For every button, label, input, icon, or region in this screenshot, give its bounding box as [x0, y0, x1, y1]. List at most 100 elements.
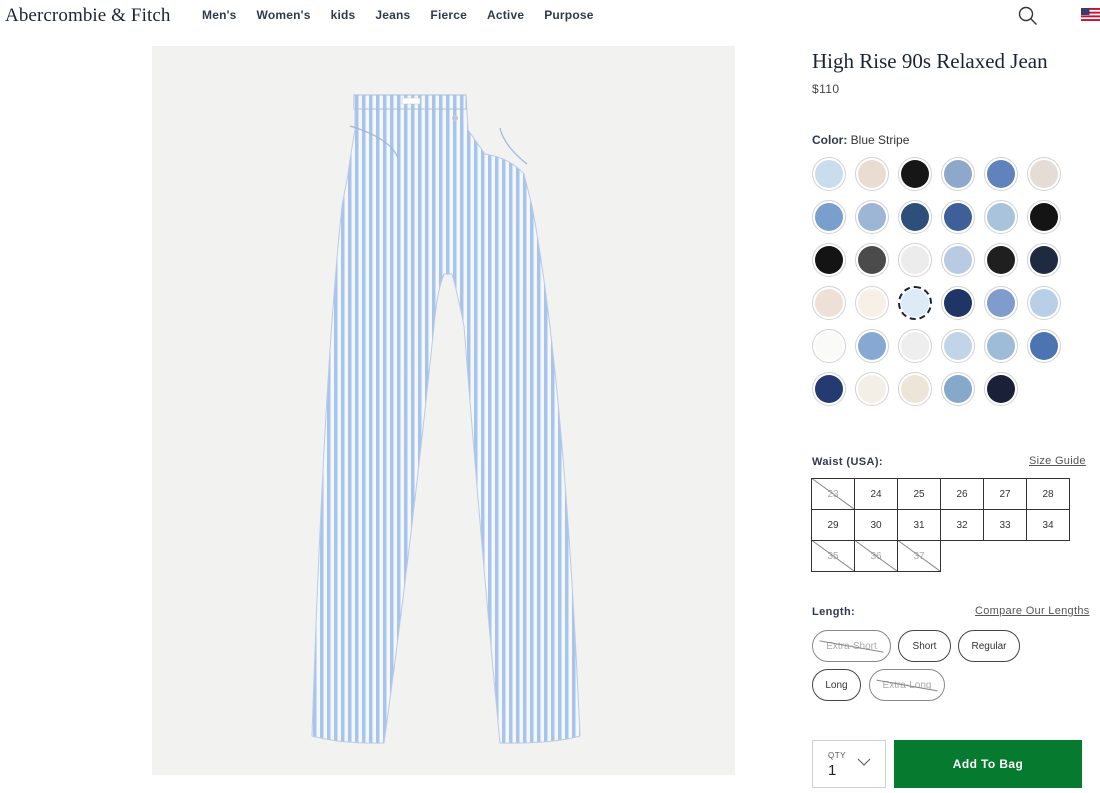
color-label: Color:: [812, 133, 848, 147]
color-swatch[interactable]: [898, 157, 932, 191]
color-swatch-fill: [987, 203, 1015, 231]
color-swatch[interactable]: [812, 329, 846, 363]
color-swatch[interactable]: [941, 372, 975, 406]
color-swatch-fill: [944, 160, 972, 188]
color-swatch[interactable]: [898, 200, 932, 234]
quantity-select[interactable]: QTY 1: [812, 740, 886, 788]
add-to-bag-button[interactable]: Add To Bag: [894, 740, 1082, 788]
color-swatch[interactable]: [984, 200, 1018, 234]
color-swatch[interactable]: [1027, 329, 1061, 363]
waist-size-option[interactable]: 31: [897, 509, 941, 541]
waist-size-option[interactable]: 23: [811, 478, 855, 510]
color-swatch[interactable]: [941, 243, 975, 277]
color-swatch-fill: [987, 375, 1015, 403]
waist-size-option[interactable]: 24: [854, 478, 898, 510]
waist-size-option[interactable]: 36: [854, 540, 898, 572]
color-swatch[interactable]: [812, 286, 846, 320]
color-swatch[interactable]: [984, 372, 1018, 406]
nav-item-mens[interactable]: Men's: [202, 8, 237, 22]
color-swatch[interactable]: [812, 157, 846, 191]
length-label: Length:: [812, 606, 856, 618]
color-swatch[interactable]: [984, 286, 1018, 320]
color-swatch-fill: [987, 246, 1015, 274]
product-image[interactable]: [152, 46, 735, 775]
waist-size-option[interactable]: 35: [811, 540, 855, 572]
length-option[interactable]: Long: [812, 669, 861, 701]
color-swatch[interactable]: [941, 200, 975, 234]
color-swatch[interactable]: [812, 243, 846, 277]
color-swatch[interactable]: [1027, 286, 1061, 320]
size-guide-link[interactable]: Size Guide: [1029, 455, 1086, 467]
color-swatch[interactable]: [855, 157, 889, 191]
waist-size-option[interactable]: 30: [854, 509, 898, 541]
color-swatch-fill: [815, 203, 843, 231]
color-swatch[interactable]: [855, 372, 889, 406]
color-swatch-fill: [944, 246, 972, 274]
color-swatch[interactable]: [898, 286, 932, 320]
color-swatch-fill: [858, 246, 886, 274]
waist-size-option[interactable]: 32: [940, 509, 984, 541]
color-swatch-fill: [944, 289, 972, 317]
length-option[interactable]: Short: [898, 630, 951, 662]
us-flag-icon[interactable]: [1081, 8, 1100, 21]
color-swatch[interactable]: [855, 200, 889, 234]
nav-item-kids[interactable]: kids: [331, 8, 356, 22]
color-swatch[interactable]: [812, 372, 846, 406]
color-swatch-fill: [987, 160, 1015, 188]
color-swatch-fill: [858, 332, 886, 360]
length-option[interactable]: Extra-Long: [869, 669, 945, 701]
color-swatch[interactable]: [855, 243, 889, 277]
color-swatch[interactable]: [941, 329, 975, 363]
waist-size-option[interactable]: 28: [1026, 478, 1070, 510]
color-swatch-fill: [901, 246, 929, 274]
color-swatch[interactable]: [1027, 200, 1061, 234]
color-swatch[interactable]: [855, 286, 889, 320]
color-swatch[interactable]: [898, 372, 932, 406]
compare-lengths-link[interactable]: Compare Our Lengths: [975, 605, 1090, 617]
nav-item-jeans[interactable]: Jeans: [375, 8, 410, 22]
color-swatch-fill: [815, 289, 843, 317]
chevron-down-icon: [857, 758, 871, 766]
color-swatch[interactable]: [1027, 243, 1061, 277]
color-swatch-fill: [987, 289, 1015, 317]
waist-size-option[interactable]: 37: [897, 540, 941, 572]
color-swatch-fill: [1030, 289, 1058, 317]
color-swatch-fill: [1030, 160, 1058, 188]
color-swatch[interactable]: [984, 329, 1018, 363]
color-swatch[interactable]: [812, 200, 846, 234]
brand-logo[interactable]: Abercrombie & Fitch: [5, 5, 170, 27]
color-swatch[interactable]: [1027, 157, 1061, 191]
product-price: $110: [812, 82, 840, 96]
color-swatch-fill: [858, 203, 886, 231]
color-swatch[interactable]: [941, 157, 975, 191]
nav-item-active[interactable]: Active: [487, 8, 524, 22]
qty-value: 1: [828, 762, 837, 779]
waist-size-option[interactable]: 25: [897, 478, 941, 510]
length-option[interactable]: Regular: [958, 630, 1020, 662]
color-swatch-fill: [901, 160, 929, 188]
nav-item-purpose[interactable]: Purpose: [544, 8, 593, 22]
waist-size-option[interactable]: 29: [811, 509, 855, 541]
search-icon[interactable]: [1018, 6, 1038, 26]
nav-item-womens[interactable]: Women's: [257, 8, 311, 22]
waist-size-option[interactable]: 27: [983, 478, 1027, 510]
color-swatch-fill: [858, 289, 886, 317]
color-swatch-fill: [858, 375, 886, 403]
color-swatch-fill: [815, 246, 843, 274]
color-swatch-fill: [815, 160, 843, 188]
waist-size-option[interactable]: 26: [940, 478, 984, 510]
color-swatch[interactable]: [855, 329, 889, 363]
color-swatch[interactable]: [898, 243, 932, 277]
color-swatch[interactable]: [941, 286, 975, 320]
color-swatch-fill: [815, 332, 843, 360]
waist-size-option[interactable]: 34: [1026, 509, 1070, 541]
color-swatch[interactable]: [898, 329, 932, 363]
waist-size-option[interactable]: 33: [983, 509, 1027, 541]
nav-item-fierce[interactable]: Fierce: [430, 8, 467, 22]
color-swatch[interactable]: [984, 243, 1018, 277]
color-swatch[interactable]: [984, 157, 1018, 191]
color-swatch-fill: [901, 332, 929, 360]
color-swatch-fill: [1030, 246, 1058, 274]
length-option[interactable]: Extra-Short: [812, 630, 891, 662]
waist-label: Waist (USA):: [812, 456, 883, 468]
